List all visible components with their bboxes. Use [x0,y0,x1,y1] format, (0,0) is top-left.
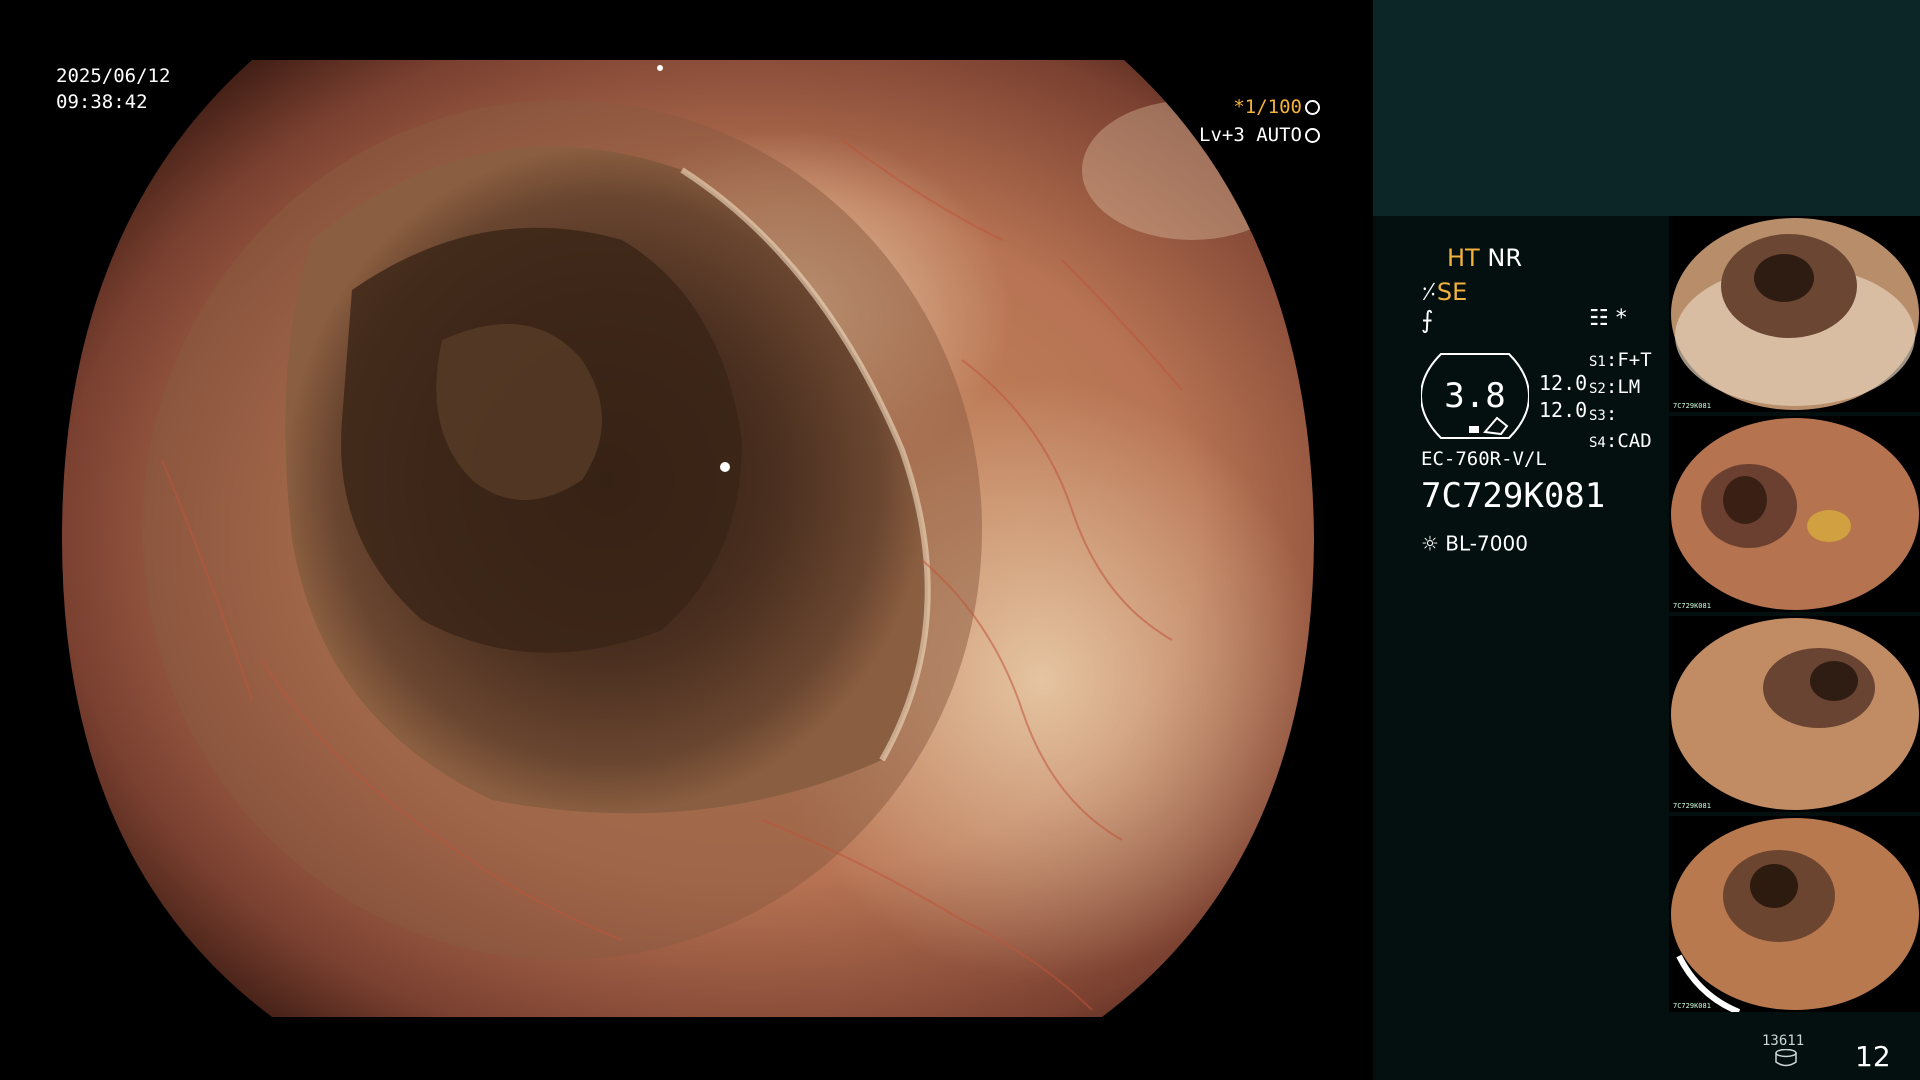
date-time-display: 2025/06/12 09:38:42 [56,63,170,115]
thumbnail-3[interactable]: 7C729K081 [1669,616,1920,812]
thumbnail-serial: 7C729K081 [1673,402,1711,410]
se-mode-row: ⸓SE [1421,275,1467,308]
preset-s1: S1:F+T [1589,349,1652,371]
light-source: ☼ BL-7000 [1421,530,1528,556]
level-row: Lv+3 AUTO [1190,124,1320,152]
exposure-info: *1/100 Lv+3 AUTO [1190,96,1320,152]
storage-count: 13611 [1762,1033,1805,1049]
light-bulb-icon: ☼ [1421,531,1439,556]
thumbnail-2[interactable]: 7C729K081 [1669,416,1920,612]
thumbnail-serial: 7C729K081 [1673,602,1711,610]
tag-se: SE [1436,278,1468,306]
shutter-speed: *1/100 [1233,96,1302,118]
storage-disk-icon [1775,1049,1797,1067]
processor-side-panel: HT NR ⸓SE ⨍ ☷ * 3.8 12.0 12.0 S1:F+T S2:… [1373,0,1920,1080]
se-mode-icon: ⸓ [1421,278,1437,306]
thumbnail-1[interactable]: 7C729K081 [1669,216,1920,412]
aperture-icon [1305,100,1320,115]
setting-value-1: 12.0 [1539,371,1588,395]
scope-model: EC-760R-V/L [1421,448,1547,470]
setting-values: 12.0 12.0 [1539,370,1587,424]
thumbnail-serial: 7C729K081 [1673,802,1711,810]
iris-icon [1305,128,1320,143]
brightness-level: Lv+3 AUTO [1199,124,1302,146]
scope-serial: 7C729K081 [1421,476,1606,516]
enhancement-tags: HT NR [1447,244,1522,272]
setting-value-2: 12.0 [1539,398,1588,422]
time-text: 09:38:42 [56,91,148,113]
image-count: 12 [1855,1040,1891,1073]
endoscope-view-area: 2025/06/12 09:38:42 *1/100 Lv+3 AUTO [0,0,1373,1080]
light-source-label: BL-7000 [1445,531,1528,556]
endoscopic-image [62,60,1314,1017]
menu-icon: ☷ [1589,306,1609,331]
patient-info-area [1373,0,1920,216]
magnification-indicator: 3.8 [1421,352,1529,440]
preset-s4: S4:CAD [1589,430,1652,452]
preset-s2: S2:LM [1589,376,1641,398]
tag-ht: HT [1447,244,1480,272]
magnification-value: 3.8 [1444,376,1506,416]
thumbnail-serial: 7C729K081 [1673,1002,1711,1010]
preset-s3: S3: [1589,403,1618,425]
slash-f-icon: ⨍ [1421,306,1434,334]
scope-switch-presets: S1:F+T S2:LM S3: S4:CAD [1589,348,1652,456]
shutter-row: *1/100 [1190,96,1320,124]
thumbnail-4[interactable]: 7C729K081 [1669,816,1920,1012]
date-text: 2025/06/12 [56,65,171,87]
captured-thumbnails: 7C729K081 7C729K081 7C729K081 7C729K081 [1669,216,1920,1016]
asterisk-indicator: * [1615,306,1627,331]
tag-nr: NR [1487,244,1522,272]
status-icons: ☷ * [1589,306,1627,331]
